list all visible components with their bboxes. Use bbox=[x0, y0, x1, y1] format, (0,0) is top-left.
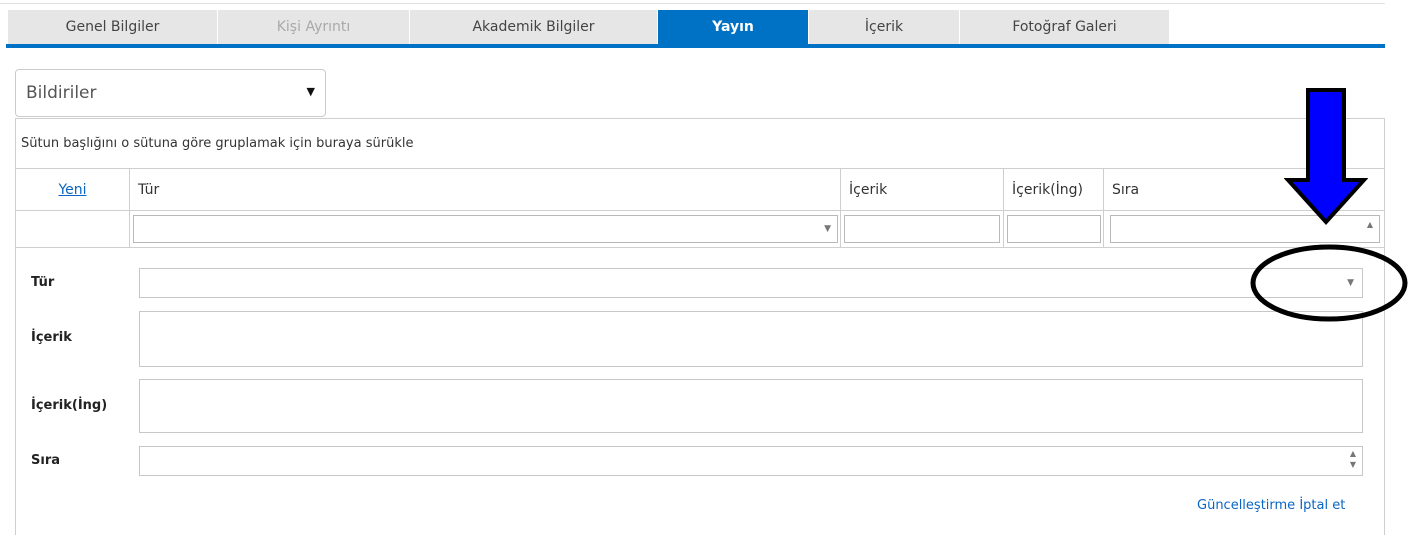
tab-genel-bilgiler[interactable]: Genel Bilgiler bbox=[8, 10, 218, 44]
form-sira-numeric[interactable]: ▲ ▼ bbox=[139, 446, 1363, 476]
form-label-tur: Tür bbox=[31, 275, 55, 290]
form-icerik-ing-textarea[interactable] bbox=[139, 379, 1363, 433]
annotation-ellipse-icon bbox=[1250, 244, 1408, 322]
form-tur-select[interactable]: ▼ bbox=[139, 268, 1363, 298]
column-header-icerik-label: İçerik bbox=[849, 182, 888, 198]
publication-type-value: Bildiriler bbox=[26, 83, 97, 103]
caret-down-icon: ▼ bbox=[824, 224, 831, 234]
grid-filter-row: ▼ ▲ bbox=[16, 211, 1384, 248]
column-header-sira-label: Sıra bbox=[1112, 182, 1140, 198]
tab-icerik[interactable]: İçerik bbox=[809, 10, 960, 44]
column-header-icerik-ing[interactable]: İçerik(İng) bbox=[1003, 169, 1103, 211]
spinner-down-icon[interactable]: ▼ bbox=[1350, 460, 1356, 470]
top-divider bbox=[0, 3, 1385, 4]
annotation-arrow-icon bbox=[1284, 88, 1368, 225]
caret-down-icon: ▼ bbox=[306, 85, 315, 98]
form-label-sira: Sıra bbox=[31, 453, 61, 468]
new-record-link[interactable]: Yeni bbox=[58, 182, 86, 198]
grid-header-row: Yeni Tür İçerik İçerik(İng) Sıra bbox=[16, 169, 1384, 211]
cancel-link[interactable]: İptal et bbox=[1299, 498, 1345, 513]
form-label-icerik: İçerik bbox=[31, 330, 72, 345]
column-header-tur-label: Tür bbox=[138, 182, 160, 198]
column-header-icerik[interactable]: İçerik bbox=[840, 169, 1003, 211]
tab-akademik-bilgiler[interactable]: Akademik Bilgiler bbox=[410, 10, 658, 44]
group-panel: Sütun başlığını o sütuna göre gruplamak … bbox=[16, 119, 1384, 169]
grid-header-new: Yeni bbox=[16, 169, 129, 211]
filter-icerik-input[interactable] bbox=[844, 215, 1000, 243]
filter-icerik-ing-input[interactable] bbox=[1007, 215, 1101, 243]
tab-yayin[interactable]: Yayın bbox=[658, 10, 809, 44]
form-actions: Güncelleştirme İptal et bbox=[1197, 498, 1345, 513]
column-header-tur[interactable]: Tür bbox=[129, 169, 840, 211]
update-link[interactable]: Güncelleştirme bbox=[1197, 498, 1295, 513]
form-icerik-textarea[interactable] bbox=[139, 311, 1363, 367]
filter-cell-icerik bbox=[840, 211, 1003, 248]
spinner-up-icon[interactable]: ▲ bbox=[1350, 449, 1356, 459]
form-label-icerik-ing: İçerik(İng) bbox=[31, 398, 108, 413]
publication-type-select[interactable]: Bildiriler ▼ bbox=[15, 69, 326, 117]
tab-bar-underline bbox=[6, 44, 1385, 48]
filter-cell-tur: ▼ bbox=[129, 211, 840, 248]
tab-fotograf-galeri[interactable]: Fotoğraf Galeri bbox=[960, 10, 1170, 44]
column-header-icerik-ing-label: İçerik(İng) bbox=[1012, 182, 1084, 198]
tab-strip: Genel Bilgiler Kişi Ayrıntı Akademik Bil… bbox=[8, 10, 1170, 44]
filter-tur-select[interactable]: ▼ bbox=[133, 215, 838, 243]
tab-kisi-ayrinti[interactable]: Kişi Ayrıntı bbox=[218, 10, 410, 44]
group-panel-hint: Sütun başlığını o sütuna göre gruplamak … bbox=[21, 136, 414, 151]
filter-cell-icerik-ing bbox=[1003, 211, 1103, 248]
